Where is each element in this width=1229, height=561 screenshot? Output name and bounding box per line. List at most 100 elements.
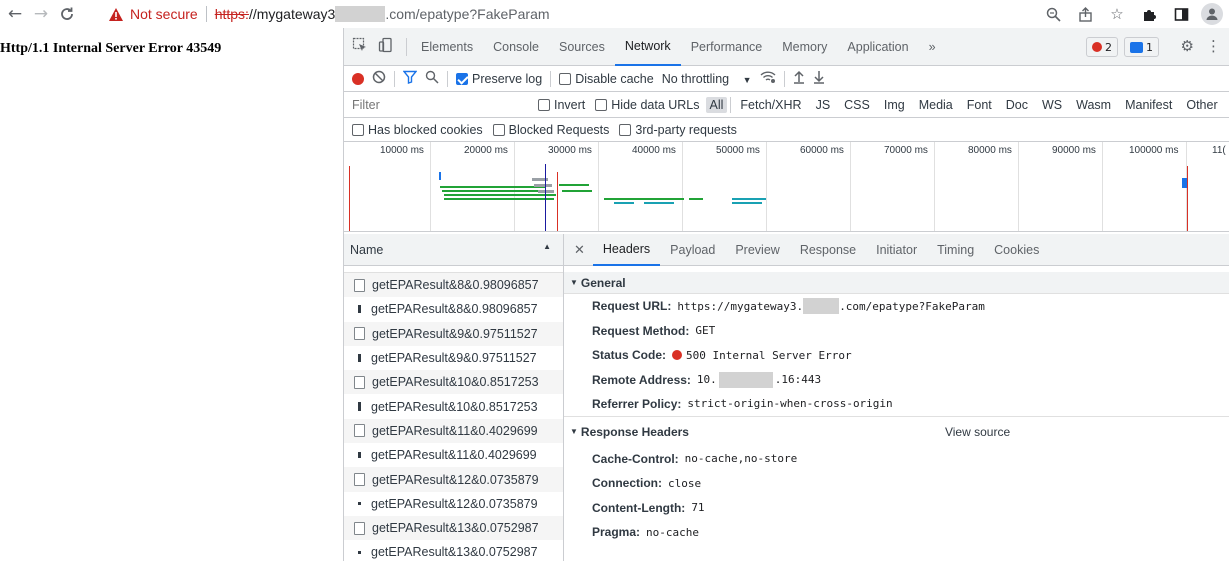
tick-line	[682, 142, 683, 231]
back-button[interactable]: ←	[2, 1, 28, 27]
device-toolbar-icon[interactable]	[378, 37, 394, 56]
status-code-key: Status Code:	[592, 348, 667, 363]
tab-console[interactable]: Console	[483, 28, 549, 66]
more-options-icon[interactable]: ⋮	[1206, 37, 1221, 55]
filter-type-font[interactable]: Font	[963, 97, 996, 113]
extensions-puzzle-icon[interactable]	[1137, 2, 1161, 26]
forward-button[interactable]: →	[28, 1, 54, 27]
filter-type-css[interactable]: CSS	[840, 97, 874, 113]
response-headers-section-header[interactable]: ▼ Response Headers View source	[564, 417, 1229, 447]
request-row[interactable]: getEPAResult&12&0.0735879	[344, 492, 563, 516]
filter-type-all[interactable]: All	[705, 96, 728, 113]
request-row[interactable]: getEPAResult&12&0.0735879	[344, 467, 563, 492]
import-har-icon[interactable]	[793, 70, 805, 87]
side-panel-icon[interactable]	[1169, 2, 1193, 26]
filter-type-ws[interactable]: WS	[1038, 97, 1066, 113]
network-overview-timeline[interactable]: 10000 ms 20000 ms 30000 ms 40000 ms 5000…	[344, 142, 1229, 232]
filter-type-fetch-xhr[interactable]: Fetch/XHR	[736, 97, 805, 113]
url-host: //mygateway3	[248, 6, 336, 22]
export-har-icon[interactable]	[813, 70, 825, 87]
disable-cache-checkbox[interactable]: Disable cache	[559, 72, 654, 86]
hide-data-urls-checkbox[interactable]: Hide data URLs	[595, 98, 700, 112]
bookmark-star-icon[interactable]: ☆	[1105, 2, 1129, 26]
timeline-tick-label: 20000 ms	[464, 145, 508, 156]
profile-avatar-icon[interactable]	[1201, 3, 1223, 25]
tab-elements[interactable]: Elements	[411, 28, 483, 66]
more-tabs-button[interactable]: »	[919, 28, 946, 66]
view-source-link[interactable]: View source	[945, 425, 1010, 439]
error-count-badge[interactable]: 2	[1086, 37, 1118, 57]
filter-type-doc[interactable]: Doc	[1002, 97, 1032, 113]
partial-row	[344, 266, 563, 273]
message-count-badge[interactable]: 1	[1124, 37, 1159, 57]
settings-gear-icon[interactable]: ⚙	[1181, 37, 1194, 55]
third-party-requests-checkbox[interactable]: 3rd-party requests	[619, 123, 737, 137]
request-row[interactable]: getEPAResult&10&0.8517253	[344, 394, 563, 418]
triangle-down-icon: ▼	[570, 278, 578, 287]
has-blocked-cookies-checkbox[interactable]: Has blocked cookies	[352, 123, 483, 137]
load-marker-line	[349, 166, 350, 231]
tab-headers[interactable]: Headers	[592, 234, 661, 266]
tab-preview[interactable]: Preview	[725, 234, 789, 266]
preserve-log-checkbox[interactable]: Preserve log	[456, 72, 542, 86]
zoom-icon[interactable]	[1041, 2, 1065, 26]
inspect-element-icon[interactable]	[352, 37, 368, 56]
filter-input[interactable]	[344, 93, 524, 116]
request-row[interactable]: getEPAResult&8&0.98096857	[344, 297, 563, 321]
request-row[interactable]: getEPAResult&8&0.98096857	[344, 273, 563, 298]
preserve-log-label: Preserve log	[472, 71, 543, 86]
reload-button[interactable]	[54, 1, 80, 27]
request-row[interactable]: getEPAResult&10&0.8517253	[344, 370, 563, 395]
request-row[interactable]: getEPAResult&9&0.97511527	[344, 346, 563, 370]
throttling-select[interactable]: No throttling ▼	[662, 72, 752, 86]
tab-response[interactable]: Response	[790, 234, 866, 266]
share-icon[interactable]	[1073, 2, 1097, 26]
tab-timing[interactable]: Timing	[927, 234, 984, 266]
request-row[interactable]: getEPAResult&11&0.4029699	[344, 443, 563, 467]
request-url-row: Request URL: https://mygateway3. .com/epa…	[564, 294, 1229, 319]
invert-checkbox[interactable]: Invert	[538, 98, 585, 112]
request-name: getEPAResult&10&0.8517253	[372, 375, 539, 390]
tick-line	[1018, 142, 1019, 231]
request-row[interactable]: getEPAResult&11&0.4029699	[344, 418, 563, 444]
tab-cookies[interactable]: Cookies	[984, 234, 1049, 266]
status-error-dot-icon	[672, 350, 683, 361]
not-secure-label[interactable]: Not secure	[130, 6, 198, 22]
name-column-header[interactable]: Name ▲	[344, 234, 563, 266]
tab-performance[interactable]: Performance	[681, 28, 773, 66]
tab-network[interactable]: Network	[614, 28, 681, 66]
network-conditions-icon[interactable]	[760, 70, 776, 87]
filter-type-media[interactable]: Media	[915, 97, 957, 113]
toolbar-divider	[394, 70, 395, 87]
search-icon[interactable]	[425, 70, 439, 87]
filter-type-manifest[interactable]: Manifest	[1121, 97, 1176, 113]
filter-type-other[interactable]: Other	[1182, 97, 1221, 113]
clear-icon[interactable]	[372, 70, 386, 87]
request-row[interactable]: getEPAResult&13&0.0752987	[344, 540, 563, 561]
tab-payload[interactable]: Payload	[660, 234, 725, 266]
sort-ascending-icon: ▲	[543, 242, 551, 251]
warning-icon[interactable]	[108, 6, 124, 22]
reload-icon	[61, 7, 73, 20]
request-type-icon	[358, 402, 361, 412]
tab-initiator[interactable]: Initiator	[866, 234, 927, 266]
timeline-bar	[614, 202, 634, 204]
request-row[interactable]: getEPAResult&13&0.0752987	[344, 515, 563, 541]
tab-memory[interactable]: Memory	[772, 28, 837, 66]
filter-type-img[interactable]: Img	[880, 97, 909, 113]
filter-funnel-icon[interactable]	[402, 70, 418, 87]
tab-sources[interactable]: Sources	[549, 28, 615, 66]
blocked-requests-checkbox[interactable]: Blocked Requests	[492, 123, 609, 137]
request-row[interactable]: getEPAResult&9&0.97511527	[344, 321, 563, 346]
timeline-tick-label: 60000 ms	[800, 145, 844, 156]
request-name: getEPAResult&11&0.4029699	[372, 423, 538, 438]
record-icon[interactable]	[352, 72, 364, 85]
timeline-tick-label: 100000 ms	[1129, 145, 1179, 156]
document-icon	[354, 278, 365, 292]
filter-type-js[interactable]: JS	[812, 97, 835, 113]
timeline-tick-label: 30000 ms	[548, 145, 592, 156]
close-icon[interactable]: ✕	[564, 242, 593, 258]
general-section-header[interactable]: ▼ General	[564, 272, 1229, 294]
tab-application[interactable]: Application	[837, 28, 918, 66]
filter-type-wasm[interactable]: Wasm	[1072, 97, 1115, 113]
